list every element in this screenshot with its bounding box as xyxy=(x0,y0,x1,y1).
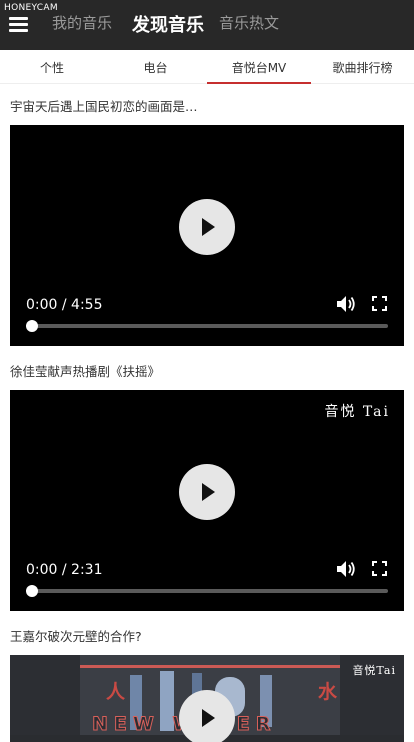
fullscreen-icon[interactable] xyxy=(372,561,387,576)
fullscreen-icon[interactable] xyxy=(372,296,387,311)
progress-knob[interactable] xyxy=(26,320,38,332)
scene-char: 水 xyxy=(318,681,338,703)
video-player[interactable]: 音悦 Tai 0:00 / 2:31 xyxy=(10,390,404,611)
play-icon[interactable] xyxy=(179,199,235,255)
volume-icon[interactable] xyxy=(336,560,356,578)
play-icon[interactable] xyxy=(179,690,235,742)
menu-icon[interactable] xyxy=(9,17,28,32)
watermark: HONEYCAM xyxy=(4,3,58,13)
volume-icon[interactable] xyxy=(336,295,356,313)
play-icon[interactable] xyxy=(179,464,235,520)
progress-bar[interactable] xyxy=(26,585,388,597)
top-bar: 我的音乐 发现音乐 音乐热文 xyxy=(0,0,414,50)
yinyuetai-logo: 音悦Tai xyxy=(352,664,396,677)
subtab-personal[interactable]: 个性 xyxy=(0,59,104,76)
tab-discover-music[interactable]: 发现音乐 xyxy=(132,11,204,37)
progress-knob[interactable] xyxy=(26,585,38,597)
subtab-radio[interactable]: 电台 xyxy=(104,59,207,76)
video-time: 0:00 / 2:31 xyxy=(26,562,103,578)
video-player[interactable]: 0:00 / 4:55 xyxy=(10,125,404,346)
subtab-yinyuetai-mv[interactable]: 音悦台MV xyxy=(207,59,311,76)
progress-bar[interactable] xyxy=(26,320,388,332)
active-tab-indicator xyxy=(207,82,311,84)
tab-music-articles[interactable]: 音乐热文 xyxy=(219,12,279,33)
sub-tab-bar: 个性 电台 音悦台MV 歌曲排行榜 xyxy=(0,50,414,84)
tab-my-music[interactable]: 我的音乐 xyxy=(52,12,112,33)
yinyuetai-logo: 音悦 Tai xyxy=(324,404,390,420)
video-title[interactable]: 王嘉尔破次元壁的合作? xyxy=(10,626,142,645)
video-title[interactable]: 徐佳莹献声热播剧《扶摇》 xyxy=(10,361,160,380)
scene-char: 人 xyxy=(106,681,126,703)
video-player[interactable]: 人 水 NEW WATER 音悦Tai xyxy=(10,655,404,742)
video-title[interactable]: 宇宙天后遇上国民初恋的画面是… xyxy=(10,96,198,115)
video-time: 0:00 / 4:55 xyxy=(26,297,103,313)
subtab-song-charts[interactable]: 歌曲排行榜 xyxy=(311,59,414,76)
